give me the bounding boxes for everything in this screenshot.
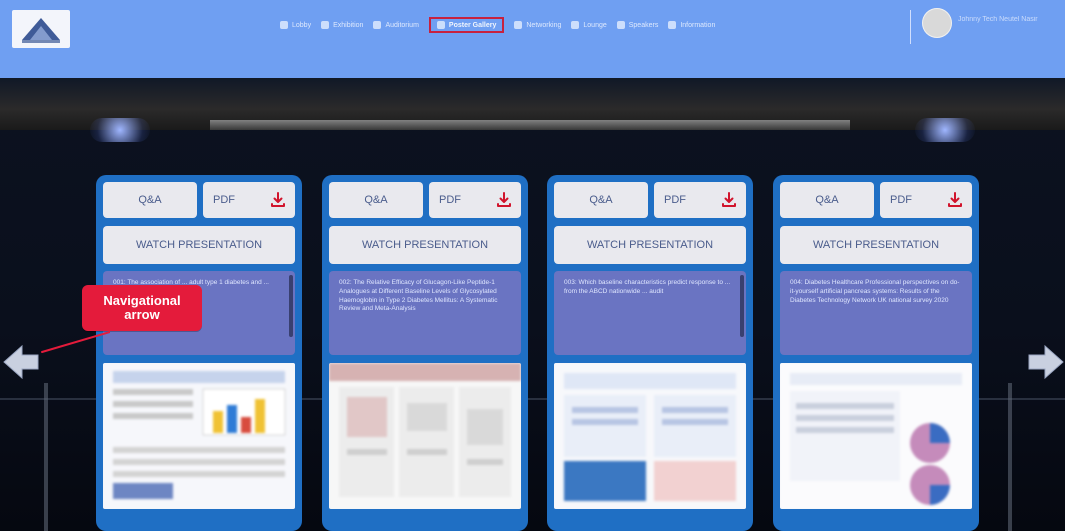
nav-label: Networking [526,21,562,29]
nav-label: Lounge [583,21,607,29]
poster-preview [103,363,295,509]
poster-preview [780,363,972,509]
download-icon [722,192,736,207]
nav-speakers[interactable]: Speakers [616,21,659,29]
nav-networking[interactable]: Networking [514,21,561,29]
pdf-button-label: PDF [439,194,461,206]
nav-label: Information [680,21,716,29]
poster-card-1: Q&A PDF WATCH PRESENTATION 001: The asso… [96,175,302,531]
nav-information[interactable]: Information [668,21,715,29]
card-button-row: Q&A PDF [554,182,746,218]
pdf-button[interactable]: PDF [203,182,295,218]
ceiling-beam [210,120,850,130]
poster-thumbnail[interactable] [554,363,746,509]
poster-preview [329,363,521,509]
next-arrow[interactable] [1027,343,1065,381]
download-icon [271,192,285,207]
abstract-scrollbar[interactable] [740,275,744,337]
abstract-body: 002: The Relative Efficacy of Glucagon-L… [339,279,498,313]
poster-preview [554,363,746,509]
pdf-button[interactable]: PDF [654,182,746,218]
coffee-icon [571,21,580,29]
pdf-button[interactable]: PDF [880,182,972,218]
watch-presentation-button[interactable]: WATCH PRESENTATION [780,226,972,264]
nav-label: Lobby [292,21,312,29]
grid-icon [321,21,330,29]
abstract-body: 003: Which baseline characteristics pred… [564,279,731,295]
nav-label: Speakers [628,21,659,29]
pdf-button-label: PDF [890,194,912,206]
watch-presentation-button[interactable]: WATCH PRESENTATION [554,226,746,264]
main-navigation: Lobby Exhibition Auditorium Poster Galle… [280,15,715,35]
download-icon [497,192,511,207]
railing-post-right [1008,383,1012,531]
poster-thumbnail[interactable] [780,363,972,509]
abstract-text[interactable]: 004: Diabetes Healthcare Professional pe… [780,271,972,355]
callout-line2: arrow [124,307,160,322]
user-avatar[interactable] [922,8,952,38]
pdf-button[interactable]: PDF [429,182,521,218]
ceiling-light-left [90,118,150,142]
pdf-button-label: PDF [213,194,235,206]
image-icon [436,21,445,29]
nav-lobby[interactable]: Lobby [280,21,311,29]
qa-button[interactable]: Q&A [329,182,423,218]
user-name[interactable]: Johnny Tech Neutel Nasir [958,16,1062,23]
qa-button[interactable]: Q&A [103,182,197,218]
poster-thumbnail[interactable] [103,363,295,509]
abstract-text[interactable]: 003: Which baseline characteristics pred… [554,271,746,355]
info-icon [668,21,677,29]
watch-presentation-button[interactable]: WATCH PRESENTATION [103,226,295,264]
card-button-row: Q&A PDF [780,182,972,218]
previous-arrow[interactable] [2,343,40,381]
logo [12,10,70,48]
abstract-body: 004: Diabetes Healthcare Professional pe… [790,279,960,304]
callout-line1: Navigational [103,292,181,308]
navigational-arrow-callout: Navigational arrow [82,285,202,331]
abstract-scrollbar[interactable] [289,275,293,337]
header-divider [910,10,911,44]
monitor-icon [373,21,382,29]
user-icon [616,21,625,29]
nav-auditorium[interactable]: Auditorium [373,21,419,29]
poster-card-3: Q&A PDF WATCH PRESENTATION 003: Which ba… [547,175,753,531]
railing-post-left [44,383,48,531]
nav-label: Exhibition [333,21,364,29]
callout-pointer-line [41,331,110,353]
top-navigation-bar: Lobby Exhibition Auditorium Poster Galle… [0,0,1065,78]
nav-poster-gallery[interactable]: Poster Gallery [428,17,505,33]
watch-presentation-button[interactable]: WATCH PRESENTATION [329,226,521,264]
chat-icon [514,21,523,29]
qa-button[interactable]: Q&A [780,182,874,218]
download-icon [948,192,962,207]
home-icon [280,21,288,29]
abstract-text[interactable]: 002: The Relative Efficacy of Glucagon-L… [329,271,521,355]
poster-thumbnail[interactable] [329,363,521,509]
nav-exhibition[interactable]: Exhibition [321,21,363,29]
ceiling-light-right [915,118,975,142]
poster-card-2: Q&A PDF WATCH PRESENTATION 002: The Rela… [322,175,528,531]
nav-label: Auditorium [385,21,419,29]
pdf-button-label: PDF [664,194,686,206]
nav-lounge[interactable]: Lounge [571,21,607,29]
nav-label: Poster Gallery [448,21,497,29]
qa-button[interactable]: Q&A [554,182,648,218]
card-button-row: Q&A PDF [103,182,295,218]
poster-card-4: Q&A PDF WATCH PRESENTATION 004: Diabetes… [773,175,979,531]
card-button-row: Q&A PDF [329,182,521,218]
